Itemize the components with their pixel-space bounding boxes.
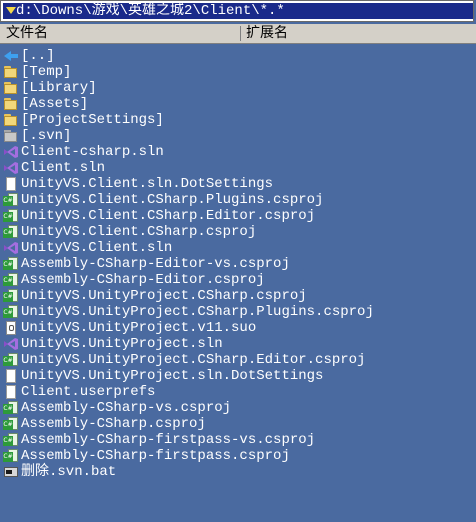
file-name: UnityVS.Client.CSharp.Plugins.csproj <box>21 192 324 208</box>
csproj-icon <box>3 416 19 432</box>
csproj-icon <box>3 400 19 416</box>
file-row[interactable]: UnityVS.Client.CSharp.Editor.csproj <box>0 208 476 224</box>
current-path: d:\Downs\游戏\英雄之城2\Client\*.* <box>16 3 285 19</box>
file-name: Client.sln <box>21 160 106 176</box>
document-icon <box>3 176 19 192</box>
csproj-icon <box>3 256 19 272</box>
file-name: Client-csharp.sln <box>21 144 164 160</box>
path-bar[interactable]: d:\Downs\游戏\英雄之城2\Client\*.* <box>0 0 474 22</box>
file-row[interactable]: UnityVS.UnityProject.CSharp.Plugins.cspr… <box>0 304 476 320</box>
file-row[interactable]: Client.sln <box>0 160 476 176</box>
file-name: UnityVS.Client.sln.DotSettings <box>21 176 274 192</box>
file-row[interactable]: [Temp] <box>0 64 476 80</box>
up-arrow-icon <box>3 48 19 64</box>
file-row[interactable]: UnityVS.Client.sln.DotSettings <box>0 176 476 192</box>
file-row[interactable]: Assembly-CSharp-Editor.csproj <box>0 272 476 288</box>
file-name: UnityVS.Client.sln <box>21 240 173 256</box>
file-row[interactable]: UnityVS.UnityProject.sln <box>0 336 476 352</box>
file-name: [Temp] <box>21 64 72 80</box>
file-row[interactable]: [Assets] <box>0 96 476 112</box>
file-name: 删除.svn.bat <box>21 464 117 480</box>
folder-hidden-icon <box>3 128 19 144</box>
visual-studio-icon <box>3 144 19 160</box>
file-row[interactable]: [.svn] <box>0 128 476 144</box>
csproj-icon <box>3 432 19 448</box>
file-row[interactable]: Assembly-CSharp.csproj <box>0 416 476 432</box>
file-name: UnityVS.UnityProject.sln.DotSettings <box>21 368 324 384</box>
file-name: UnityVS.UnityProject.CSharp.Plugins.cspr… <box>21 304 374 320</box>
file-name: [Assets] <box>21 96 89 112</box>
path-bar-highlight: d:\Downs\游戏\英雄之城2\Client\*.* <box>3 3 473 19</box>
file-row[interactable]: [Library] <box>0 80 476 96</box>
csproj-icon <box>3 288 19 304</box>
file-name: UnityVS.Client.CSharp.csproj <box>21 224 257 240</box>
visual-studio-icon <box>3 160 19 176</box>
csproj-icon <box>3 352 19 368</box>
file-row[interactable]: UnityVS.UnityProject.CSharp.csproj <box>0 288 476 304</box>
file-row[interactable]: UnityVS.UnityProject.CSharp.Editor.cspro… <box>0 352 476 368</box>
csproj-icon <box>3 304 19 320</box>
file-name: UnityVS.UnityProject.v11.suo <box>21 320 257 336</box>
file-name: UnityVS.UnityProject.CSharp.csproj <box>21 288 307 304</box>
file-row[interactable]: Assembly-CSharp-firstpass.csproj <box>0 448 476 464</box>
batch-file-icon <box>3 464 19 480</box>
file-row[interactable]: Client-csharp.sln <box>0 144 476 160</box>
file-name: UnityVS.Client.CSharp.Editor.csproj <box>21 208 316 224</box>
suo-file-icon <box>3 320 19 336</box>
file-name: [Library] <box>21 80 97 96</box>
visual-studio-icon <box>3 240 19 256</box>
folder-icon <box>3 112 19 128</box>
file-row[interactable]: UnityVS.Client.CSharp.Plugins.csproj <box>0 192 476 208</box>
file-panel: d:\Downs\游戏\英雄之城2\Client\*.* 文件名 扩展名 [..… <box>0 0 476 522</box>
column-header-name[interactable]: 文件名 <box>6 25 48 42</box>
file-name: Assembly-CSharp-Editor-vs.csproj <box>21 256 290 272</box>
file-row[interactable]: UnityVS.Client.CSharp.csproj <box>0 224 476 240</box>
csproj-icon <box>3 208 19 224</box>
file-row[interactable]: UnityVS.UnityProject.sln.DotSettings <box>0 368 476 384</box>
file-name: Client.userprefs <box>21 384 156 400</box>
column-header: 文件名 扩展名 <box>0 24 476 44</box>
file-name: Assembly-CSharp-vs.csproj <box>21 400 232 416</box>
folder-icon <box>3 80 19 96</box>
column-divider[interactable] <box>240 26 241 41</box>
document-icon <box>3 368 19 384</box>
file-row[interactable]: Assembly-CSharp-Editor-vs.csproj <box>0 256 476 272</box>
file-row[interactable]: UnityVS.Client.sln <box>0 240 476 256</box>
file-name: Assembly-CSharp-Editor.csproj <box>21 272 265 288</box>
folder-icon <box>3 64 19 80</box>
document-icon <box>3 384 19 400</box>
file-list: [..] [Temp] [Library] [Assets] [ProjectSetti… <box>0 48 476 480</box>
file-name: [..] <box>21 48 55 64</box>
csproj-icon <box>3 192 19 208</box>
folder-icon <box>3 96 19 112</box>
file-name: Assembly-CSharp.csproj <box>21 416 206 432</box>
file-row[interactable]: [..] <box>0 48 476 64</box>
file-name: [ProjectSettings] <box>21 112 164 128</box>
file-name: Assembly-CSharp-firstpass.csproj <box>21 448 290 464</box>
file-row[interactable]: [ProjectSettings] <box>0 112 476 128</box>
file-row[interactable]: Assembly-CSharp-firstpass-vs.csproj <box>0 432 476 448</box>
column-header-extension[interactable]: 扩展名 <box>246 25 288 42</box>
file-row[interactable]: Client.userprefs <box>0 384 476 400</box>
file-row[interactable]: 删除.svn.bat <box>0 464 476 480</box>
dropdown-arrow-icon[interactable] <box>6 7 16 14</box>
file-row[interactable]: Assembly-CSharp-vs.csproj <box>0 400 476 416</box>
file-name: [.svn] <box>21 128 72 144</box>
file-name: UnityVS.UnityProject.CSharp.Editor.cspro… <box>21 352 366 368</box>
file-name: UnityVS.UnityProject.sln <box>21 336 223 352</box>
visual-studio-icon <box>3 336 19 352</box>
csproj-icon <box>3 224 19 240</box>
file-name: Assembly-CSharp-firstpass-vs.csproj <box>21 432 316 448</box>
file-row[interactable]: UnityVS.UnityProject.v11.suo <box>0 320 476 336</box>
csproj-icon <box>3 272 19 288</box>
csproj-icon <box>3 448 19 464</box>
